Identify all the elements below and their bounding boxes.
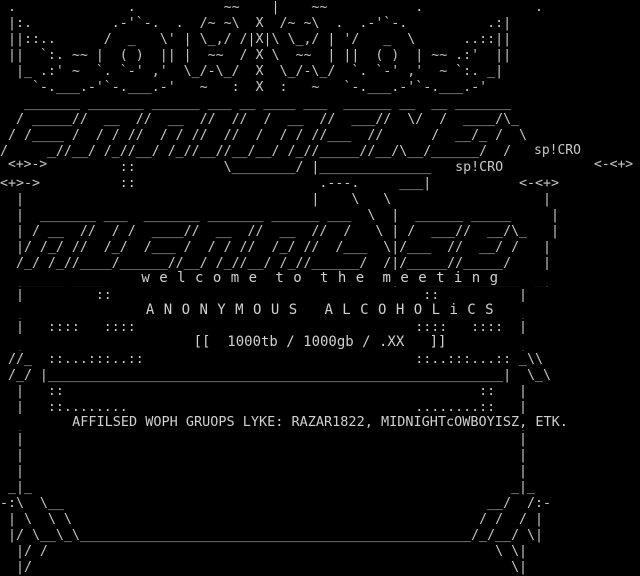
nav-arrow-left: <+>-> [8,157,48,172]
affiliates-line: AFFILSED WOPH GRUOPS LYKE: RAZAR1822, MI… [0,414,640,430]
sizes-line: [[ 1000tb / 1000gb / .XX ]] [0,334,640,350]
welcome-text: w e l c o m e t o t h e m e e t i n g [0,270,640,286]
nav-arrow-right: <-<+> [594,157,634,172]
artist-credit: sp!CRO [534,143,581,158]
ascii-art-screen: . . ~~ | ~~ . . |:. .-'`-. . /~ ~\ X /~ … [0,0,640,576]
group-name: A N O N Y M O U S A L C O H O L i C S [0,302,640,318]
ascii-art-logo: . . ~~ | ~~ . . |:. .-'`-. . /~ ~\ X /~ … [0,0,559,575]
